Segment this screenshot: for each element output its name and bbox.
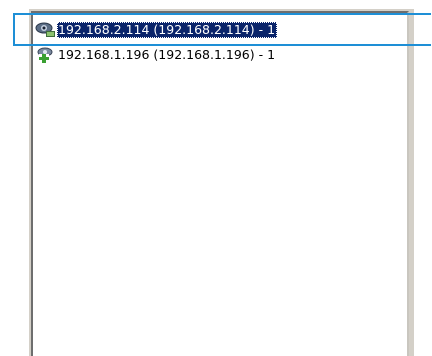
window-area: 192.168.2.114 (192.168.2.114) - 1 192.16…: [0, 0, 432, 356]
selection-highlight-box: [13, 13, 431, 46]
frame-border-right: [409, 11, 414, 356]
connect-plus-icon: [35, 46, 57, 63]
list-item-label: 192.168.1.196 (192.168.1.196) - 1: [58, 46, 276, 62]
list-item[interactable]: 192.168.1.196 (192.168.1.196) - 1: [35, 46, 277, 63]
